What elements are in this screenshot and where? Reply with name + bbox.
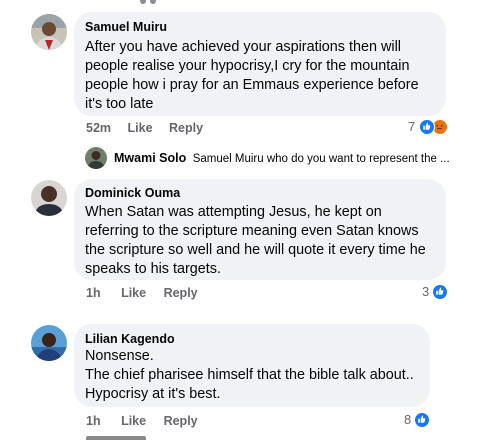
avatar[interactable] <box>31 14 67 50</box>
reaction-count: 8 <box>404 412 412 427</box>
comment-text-line: Nonsense. <box>85 348 154 364</box>
next-reply-fragment <box>86 436 206 440</box>
reaction-count: 7 <box>408 119 416 134</box>
reaction-summary[interactable]: 8 <box>402 412 432 428</box>
comment-author[interactable]: Samuel Muiru <box>85 20 167 34</box>
reply-preview[interactable]: Mwami Solo Samuel Muiru who do you want … <box>114 151 450 165</box>
reply-button[interactable]: Reply <box>169 121 203 135</box>
like-icon <box>432 284 448 300</box>
reaction-summary[interactable]: 7 <box>406 119 448 135</box>
comment-actions: 1h Like Reply <box>86 414 198 428</box>
like-icon <box>419 119 435 135</box>
comment-author[interactable]: Lilian Kagendo <box>85 332 175 346</box>
comment-time[interactable]: 1h <box>86 414 101 428</box>
comment-actions: 1h Like Reply <box>86 286 198 300</box>
comment-text-line: people how i pray for an Emmaus experien… <box>85 77 419 93</box>
reaction-summary[interactable]: 3 <box>420 284 450 300</box>
like-icon <box>414 412 430 428</box>
previous-comment-fragment <box>140 0 340 5</box>
like-button[interactable]: Like <box>121 414 146 428</box>
avatar[interactable] <box>31 180 67 216</box>
like-button[interactable]: Like <box>121 286 146 300</box>
reaction-count: 3 <box>422 284 430 299</box>
comment-text: After you have achieved your aspirations… <box>85 38 419 114</box>
comment-text: Nonsense. The chief pharisee himself tha… <box>85 347 414 404</box>
like-button[interactable]: Like <box>128 121 153 135</box>
comment-author[interactable]: Dominick Ouma <box>85 186 180 200</box>
comment-actions: 52m Like Reply <box>86 121 203 135</box>
comment-text-line: Hypocrisy at it's best. <box>85 386 221 402</box>
avatar[interactable] <box>85 147 107 169</box>
reply-button[interactable]: Reply <box>164 286 198 300</box>
comment-time[interactable]: 1h <box>86 286 101 300</box>
comment-text-line: When Satan was attempting Jesus, he kept… <box>85 204 382 220</box>
comment-text-line: the scripture so well and he will quote … <box>85 242 426 258</box>
reply-button[interactable]: Reply <box>164 414 198 428</box>
reply-author[interactable]: Mwami Solo <box>114 151 186 165</box>
avatar[interactable] <box>31 325 67 361</box>
reply-text: Samuel Muiru who do you want to represen… <box>192 153 450 165</box>
comment-text-line: speaks to his targets. <box>85 261 221 277</box>
comment-text-line: After you have achieved your aspirations… <box>85 39 401 55</box>
comment-time[interactable]: 52m <box>86 121 111 135</box>
comment-text-line: people realise your hypocrisy,I cry for … <box>85 58 410 74</box>
comment-text-line: referring to the scripture meaning even … <box>85 223 419 239</box>
comment-text-line: The chief pharisee himself that the bibl… <box>85 367 414 383</box>
comment-text-line: it's too late <box>85 96 154 112</box>
comment-text: When Satan was attempting Jesus, he kept… <box>85 203 426 279</box>
